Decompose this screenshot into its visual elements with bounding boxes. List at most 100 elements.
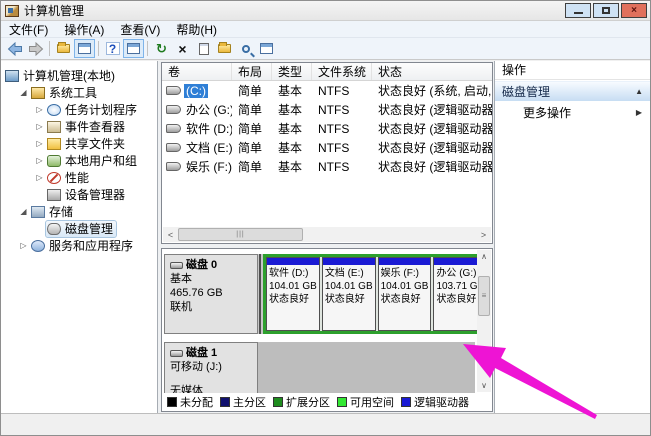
scroll-down-icon[interactable]: ∨: [477, 379, 491, 392]
collapsed-icon[interactable]: ▷: [33, 139, 46, 148]
table-row[interactable]: 文档 (E:) 简单 基本 NTFS 状态良好 (逻辑驱动器: [162, 138, 492, 157]
more-actions-item[interactable]: 更多操作 ▶: [495, 101, 650, 123]
tree-item-local-users-groups[interactable]: ▷ 本地用户和组: [1, 152, 157, 169]
tree-item-label: 系统工具: [49, 84, 97, 101]
tree-item-event-viewer[interactable]: ▷ 事件查看器: [1, 118, 157, 135]
table-row[interactable]: 软件 (D:) 简单 基本 NTFS 状态良好 (逻辑驱动器: [162, 119, 492, 138]
scroll-left-icon[interactable]: <: [163, 230, 178, 240]
tools-icon: [31, 87, 45, 99]
expanded-icon[interactable]: ◢: [17, 88, 30, 97]
legend-label: 扩展分区: [286, 394, 330, 410]
tree-item-system-tools[interactable]: ◢ 系统工具: [1, 84, 157, 101]
more-actions-label: 更多操作: [523, 104, 571, 121]
tree-item-services-applications[interactable]: ▷ 服务和应用程序: [1, 237, 157, 254]
scrollbar-thumb[interactable]: |||: [178, 228, 303, 241]
collapsed-icon[interactable]: ▷: [33, 122, 46, 131]
volume-icon: [166, 86, 181, 95]
table-row[interactable]: 娱乐 (F:) 简单 基本 NTFS 状态良好 (逻辑驱动器: [162, 157, 492, 176]
scroll-right-icon[interactable]: >: [476, 230, 491, 240]
column-header-filesystem[interactable]: 文件系统: [312, 63, 372, 80]
find-button[interactable]: [235, 39, 256, 58]
refresh-icon: ↻: [156, 42, 167, 55]
disk-0-label[interactable]: 磁盘 0 基本 465.76 GB 联机: [164, 254, 258, 334]
collapsed-icon[interactable]: ▷: [17, 241, 30, 250]
title-bar[interactable]: 计算机管理 ×: [1, 1, 650, 21]
performance-icon: [47, 172, 61, 184]
partition-c[interactable]: (C:) 50.01 GB 状态良好: [259, 254, 261, 334]
properties-button[interactable]: [193, 39, 214, 58]
column-header-layout[interactable]: 布局: [232, 63, 272, 80]
logical-drive-bar: [323, 258, 375, 265]
maximize-button[interactable]: [593, 3, 619, 18]
table-row[interactable]: (C:) 简单 基本 NTFS 状态良好 (系统, 启动,: [162, 81, 492, 100]
vertical-scrollbar[interactable]: ∧ ≡ ∨: [477, 250, 491, 392]
open-button[interactable]: [214, 39, 235, 58]
tree-item-task-scheduler[interactable]: ▷ 任务计划程序: [1, 101, 157, 118]
forward-button[interactable]: [25, 39, 46, 58]
toolbar-separator: [98, 41, 99, 56]
disk-icon: [170, 350, 183, 357]
partition-d[interactable]: 软件 (D:) 104.01 GB 状态良好: [266, 257, 320, 331]
properties-icon: [199, 43, 209, 55]
tree-item-shared-folders[interactable]: ▷ 共享文件夹: [1, 135, 157, 152]
expanded-icon[interactable]: ◢: [17, 207, 30, 216]
scroll-up-icon[interactable]: ∧: [477, 250, 491, 263]
maximize-icon: [602, 7, 610, 14]
toolbar: ? ↻ ×: [1, 38, 650, 60]
volume-status: 状态良好 (逻辑驱动器: [372, 101, 492, 118]
disk-type: 基本: [170, 272, 252, 286]
partition-name: 娱乐 (F:): [381, 267, 429, 280]
back-button[interactable]: [4, 39, 25, 58]
partition-e[interactable]: 文档 (E:) 104.01 GB 状态良好: [322, 257, 376, 331]
volume-layout: 简单: [232, 158, 272, 175]
volume-fs: NTFS: [312, 103, 372, 117]
volume-fs: NTFS: [312, 160, 372, 174]
menu-view[interactable]: 查看(V): [112, 21, 168, 37]
column-header-volume[interactable]: 卷: [162, 63, 232, 80]
collapsed-icon[interactable]: ▷: [33, 173, 46, 182]
show-action-pane-toggle[interactable]: [123, 39, 144, 58]
minimize-button[interactable]: [565, 3, 591, 18]
action-pane-icon: [127, 43, 140, 54]
menu-action[interactable]: 操作(A): [56, 21, 112, 37]
tree-item-disk-management[interactable]: 磁盘管理: [1, 220, 157, 237]
volume-name: 文档 (E:): [184, 139, 232, 156]
menu-file[interactable]: 文件(F): [1, 21, 56, 37]
delete-button[interactable]: ×: [172, 39, 193, 58]
console-tree: 计算机管理(本地) ◢ 系统工具 ▷ 任务计划程序 ▷ 事件查看器 ▷ 共享文件…: [1, 61, 158, 413]
console-window-button[interactable]: [256, 39, 277, 58]
volume-icon: [166, 162, 181, 171]
forward-icon: [28, 42, 44, 56]
horizontal-scrollbar[interactable]: < ||| >: [163, 227, 491, 242]
tree-item-device-manager[interactable]: 设备管理器: [1, 186, 157, 203]
help-button[interactable]: ?: [102, 39, 123, 58]
menu-bar: 文件(F) 操作(A) 查看(V) 帮助(H): [1, 21, 650, 38]
tree-item-computer-management[interactable]: 计算机管理(本地): [1, 67, 157, 84]
show-console-tree-toggle[interactable]: [74, 39, 95, 58]
legend-label: 可用空间: [350, 394, 394, 410]
tree-item-storage[interactable]: ◢ 存储: [1, 203, 157, 220]
window-bottom-strip: [1, 413, 650, 435]
menu-help[interactable]: 帮助(H): [168, 21, 225, 37]
event-viewer-icon: [47, 121, 61, 133]
toolbar-separator: [49, 41, 50, 56]
partition-f[interactable]: 娱乐 (F:) 104.01 GB 状态良好: [378, 257, 432, 331]
collapsed-icon[interactable]: ▷: [33, 156, 46, 165]
close-button[interactable]: ×: [621, 3, 647, 18]
column-header-type[interactable]: 类型: [272, 63, 312, 80]
disk-1-label[interactable]: 磁盘 1 可移动 (J:) 无媒体: [164, 342, 258, 394]
up-level-button[interactable]: [53, 39, 74, 58]
refresh-button[interactable]: ↻: [151, 39, 172, 58]
column-header-status[interactable]: 状态: [372, 63, 492, 80]
collapsed-icon[interactable]: ▷: [33, 105, 46, 114]
tree-item-performance[interactable]: ▷ 性能: [1, 169, 157, 186]
disk-graphical-pane: 磁盘 0 基本 465.76 GB 联机 (C:) 50.01 GB 状态良好: [161, 248, 493, 412]
disk-type: 可移动 (J:): [170, 360, 252, 374]
collapse-icon[interactable]: ▲: [635, 87, 643, 96]
device-manager-icon: [47, 189, 61, 201]
scrollbar-thumb[interactable]: ≡: [478, 276, 490, 316]
actions-section-disk-management[interactable]: 磁盘管理 ▲: [495, 81, 650, 101]
open-folder-icon: [218, 44, 231, 53]
partition-status: 状态良好: [325, 293, 373, 306]
table-row[interactable]: 办公 (G:) 简单 基本 NTFS 状态良好 (逻辑驱动器: [162, 100, 492, 119]
